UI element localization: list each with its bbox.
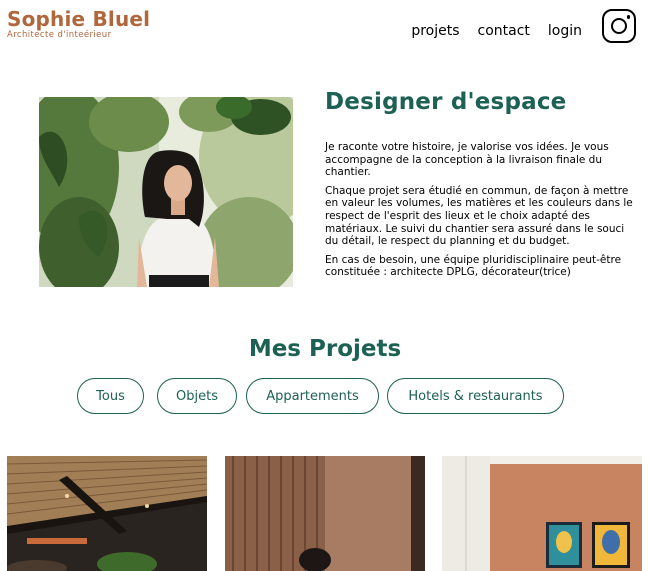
instagram-dot	[626, 15, 630, 19]
brand-name: Sophie Bluel	[7, 7, 151, 31]
introduction-paragraph: Je raconte votre histoire, je valorise v…	[325, 141, 609, 179]
filter-tous[interactable]: Tous	[77, 378, 144, 414]
filter-appartements[interactable]: Appartements	[246, 378, 379, 414]
portfolio-title: Mes Projets	[248, 336, 402, 362]
portrait-photo	[39, 97, 293, 287]
brand-subtitle: Architecte d'inteérieur	[7, 30, 112, 40]
filter-hotels-restaurants[interactable]: Hotels & restaurants	[387, 378, 564, 414]
introduction: Designer d'espace Je raconte votre histo…	[325, 89, 635, 285]
nav-link-projets[interactable]: projets	[411, 23, 459, 39]
introduction-paragraph: Chaque projet sera étudié en commun, de …	[325, 184, 633, 248]
nav-link-login[interactable]: login	[548, 23, 582, 39]
gallery-item-lamp[interactable]	[225, 456, 425, 571]
main-nav: projets contact login	[411, 9, 636, 43]
nav-link-contact[interactable]: contact	[478, 23, 530, 39]
instagram-icon[interactable]	[602, 9, 636, 43]
brand-logo[interactable]: Sophie Bluel Architecte d'inteérieur	[7, 9, 150, 40]
filter-objets[interactable]: Objets	[157, 378, 237, 414]
gallery-item-restaurant[interactable]	[7, 456, 207, 571]
introduction-title: Designer d'espace	[325, 89, 567, 115]
introduction-paragraph: En cas de besoin, une équipe pluridiscip…	[325, 253, 622, 279]
gallery-item-apartment[interactable]	[442, 456, 642, 571]
instagram-lens	[610, 17, 627, 34]
